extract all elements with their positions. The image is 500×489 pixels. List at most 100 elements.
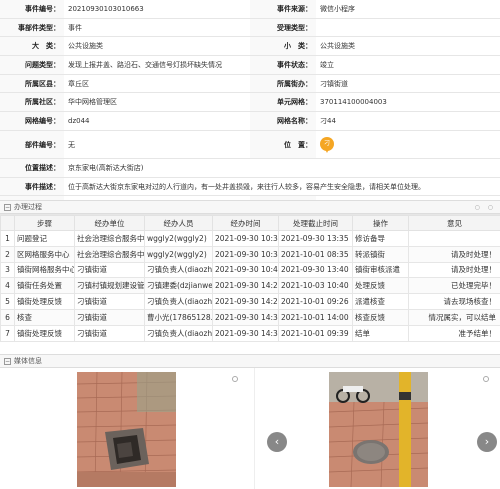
column-header: 处理截止时间: [278, 215, 353, 231]
major-category-label: 大 类：: [0, 37, 64, 56]
carousel-prev-icon[interactable]: ‹: [267, 432, 287, 452]
table-cell: 曹小光(17865128...): [144, 308, 213, 326]
table-row[interactable]: 6核查刁镇街道曹小光(17865128...)2021-09-30 14:382…: [0, 308, 500, 326]
broken-manhole-image: [77, 372, 176, 487]
component-code-label: 部件编号：: [0, 130, 64, 158]
table-row[interactable]: 7镇街处理反馈刁镇街道刁镇负责人(diaozhen)2021-09-30 14:…: [0, 324, 500, 342]
grid-code-label: 网格编号：: [0, 112, 64, 130]
column-header: 经办时间: [212, 215, 279, 231]
column-header: 经办人员: [144, 215, 213, 231]
unit-grid-label: 单元网格：: [250, 93, 316, 112]
collapse-icon[interactable]: −: [4, 204, 11, 211]
table-cell: 镇街审核派遣: [352, 261, 409, 279]
detail-row: 所属区县： 章丘区 所属街办： 刁镇街道: [0, 74, 500, 94]
table-cell: 处理反馈: [352, 277, 409, 295]
grid-code-value: dz044: [68, 117, 90, 126]
table-cell: 刁镇街道: [74, 308, 145, 326]
repaired-photo[interactable]: [329, 372, 428, 487]
event-status-label: 事件状态：: [250, 56, 316, 74]
detail-row: 所属社区： 华中网格管理区 单元网格： 370114100004003: [0, 93, 500, 113]
detail-row: 大 类： 公共设施类 小 类： 公共设施类: [0, 37, 500, 57]
table-cell: 结单: [352, 324, 409, 342]
table-cell: 2021-10-01 09:39: [278, 324, 353, 342]
table-cell: 核查反馈: [352, 308, 409, 326]
table-cell: 社会治理综合服务中心: [74, 230, 145, 247]
table-cell: 2021-09-30 14:38: [212, 308, 279, 326]
table-cell: 情况属实，可以结单: [408, 308, 500, 326]
table-cell: 刁镇街道: [74, 261, 145, 279]
problem-type-value: 发现上报井盖、路沿石、交通信号灯损坏缺失情况: [68, 61, 222, 70]
collapse-icon[interactable]: −: [4, 358, 11, 365]
location-desc-value: 京东家电(高新达大街店): [68, 163, 144, 172]
media-option-icon[interactable]: [232, 376, 238, 382]
table-cell: 2021-09-30 14:39: [212, 324, 279, 342]
table-cell: 核查: [14, 308, 75, 326]
media-section-title: 媒体信息: [14, 357, 42, 365]
media-option-icon[interactable]: [483, 376, 489, 382]
process-section-header[interactable]: − 办理过程 ○ ○: [0, 200, 500, 214]
subdistrict-label: 所属街办：: [250, 74, 316, 93]
media-section-header[interactable]: − 媒体信息: [0, 354, 500, 368]
table-cell: 2021-10-01 09:26: [278, 293, 353, 310]
repaired-manhole-image: [329, 372, 428, 487]
grid-name-value: 刁44: [320, 117, 336, 126]
table-cell: wggly2(wggly2): [144, 245, 213, 263]
table-cell: 刁镇负责人(diaozhen): [144, 324, 213, 342]
row-number: 3: [0, 261, 15, 279]
table-row[interactable]: 5镇街处理反馈刁镇街道刁镇负责人(diaozhen)2021-09-30 14:…: [0, 293, 500, 310]
table-row[interactable]: 2 区网格服务中心 社会治理综合服务中心 wggly2(wggly2) 2021-09-…: [0, 245, 500, 263]
table-row[interactable]: 1 问题登记 社会治理综合服务中心 wggly2(wggly2) 2021-09-30 …: [0, 230, 500, 247]
event-source-value: 微信小程序: [320, 5, 355, 13]
table-cell: 刁镇村镇规划建设管理局: [74, 277, 145, 295]
minor-category-value: 公共设施类: [320, 42, 355, 51]
table-cell: 2021-09-30 14:25: [212, 277, 279, 295]
table-cell: 修访备导: [352, 230, 409, 247]
event-id-label: 事件编号：: [0, 0, 64, 18]
row-number: 6: [0, 308, 15, 326]
process-table: 步骤 经办单位 经办人员 经办时间 处理截止时间 操作 意见 1 问题登记 社会治理…: [0, 215, 500, 342]
table-cell: 派遣核查: [352, 293, 409, 310]
table-row[interactable]: 3镇街网格服务中心刁镇街道刁镇负责人(diaozhen)2021-09-30 1…: [0, 261, 500, 279]
column-header: 步骤: [14, 215, 75, 231]
table-cell: 刁镇负责人(diaozhen): [144, 261, 213, 279]
accept-type-label: 受理类型：: [250, 18, 316, 37]
district-label: 所属区县：: [0, 74, 64, 93]
accept-type-value: [316, 19, 500, 37]
detail-row: 事件编号： 20210930103010663 事件来源： 微信小程序: [0, 0, 500, 19]
position-value: 刁: [316, 131, 500, 158]
table-cell: 镇街任务处置: [14, 277, 75, 295]
table-cell: 请及时处理！: [408, 245, 500, 263]
subdistrict-value: 刁镇街道: [320, 79, 348, 88]
location-desc-label: 位置描述：: [0, 158, 64, 177]
item-type-label: 事部件类型：: [0, 18, 64, 37]
table-header-row: 步骤 经办单位 经办人员 经办时间 处理截止时间 操作 意见: [0, 215, 500, 231]
table-cell: 2021-09-30 10:40: [212, 261, 279, 279]
detail-row: 问题类型： 发现上报井盖、路沿石、交通信号灯损坏缺失情况 事件状态： 竣立: [0, 56, 500, 75]
table-cell: 准予结单！: [408, 324, 500, 342]
manhole-photo[interactable]: [77, 372, 176, 487]
table-cell: 镇街处理反馈: [14, 324, 75, 342]
table-cell: 已处理完毕！: [408, 277, 500, 295]
table-cell: 社会治理综合服务中心: [74, 245, 145, 263]
detail-row: 网格编号： dz044 网格名称： 刁44: [0, 112, 500, 131]
event-status-value: 竣立: [320, 61, 334, 70]
table-cell: 镇街处理反馈: [14, 293, 75, 310]
table-cell: [408, 230, 500, 247]
detail-row: 事部件类型： 事件 受理类型：: [0, 18, 500, 38]
carousel-next-icon[interactable]: ›: [477, 432, 497, 452]
table-cell: 请去现场核查！: [408, 293, 500, 310]
table-cell: 刁镇街道: [74, 293, 145, 310]
detail-row: 部件编号： 无 位 置： 刁: [0, 130, 500, 159]
table-cell: 2021-09-30 10:35: [212, 230, 279, 247]
media-carousel-right: ‹ ›: [254, 368, 500, 489]
position-label: 位 置：: [250, 130, 316, 158]
table-row[interactable]: 4镇街任务处置刁镇村镇规划建设管理局刁镇建委(dzjianwei)2021-09…: [0, 277, 500, 295]
table-cell: 2021-09-30 10:35: [212, 245, 279, 263]
map-pin-icon[interactable]: 刁: [320, 136, 334, 153]
table-cell: 请及时处理！: [408, 261, 500, 279]
section-tools-icon[interactable]: ○ ○: [475, 204, 496, 211]
event-desc-label: 事件描述：: [0, 177, 64, 196]
column-header: 操作: [352, 215, 409, 231]
unit-grid-value: 370114100004003: [320, 98, 387, 107]
table-cell: 2021-09-30 13:35: [278, 230, 353, 247]
